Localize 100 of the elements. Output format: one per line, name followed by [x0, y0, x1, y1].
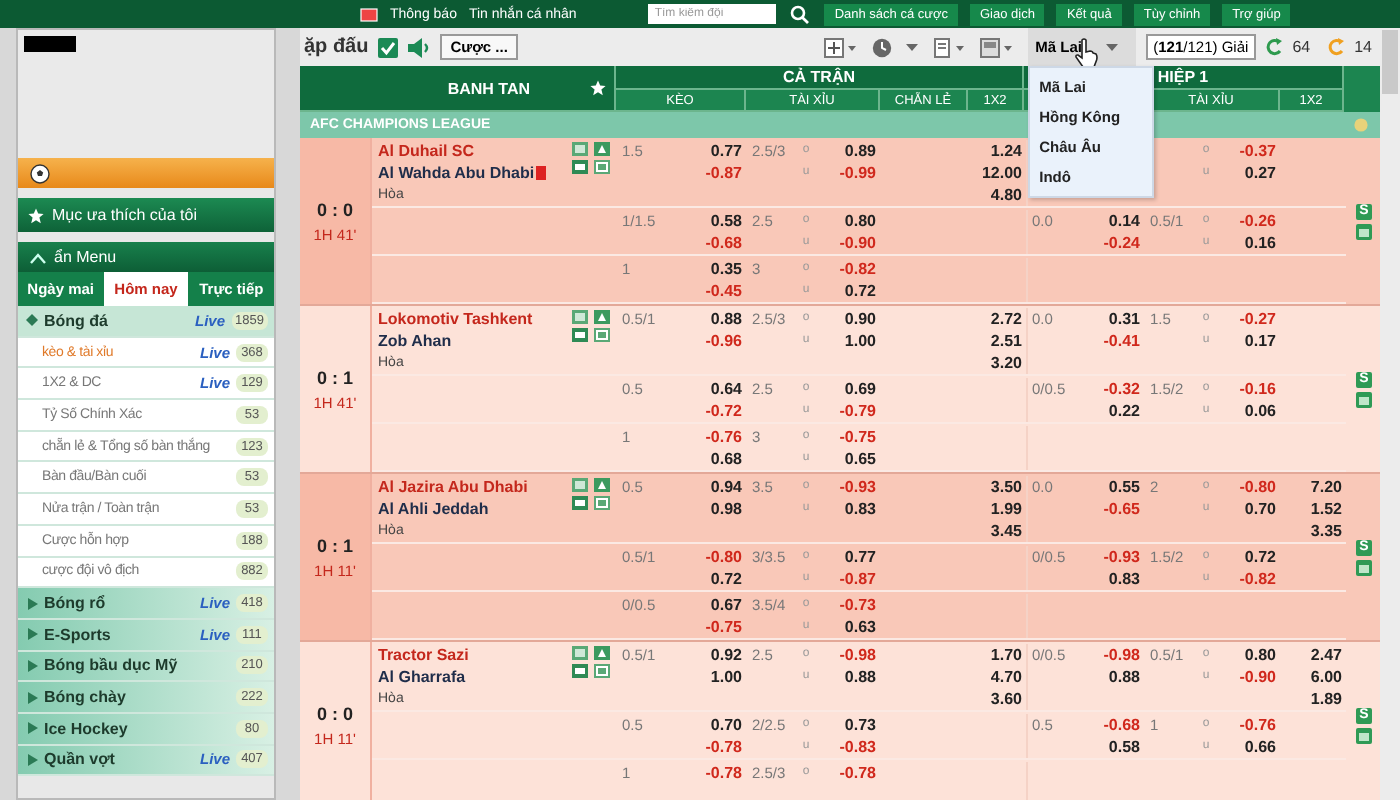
odds-value[interactable]: 1.00	[686, 666, 742, 688]
odds-value[interactable]: 0.67	[686, 594, 742, 616]
odds-value[interactable]: 0.77	[686, 140, 742, 162]
calendar-icon[interactable]	[1356, 727, 1372, 743]
odds-value[interactable]: 1.70	[990, 644, 1022, 666]
odds-value[interactable]: 3.35	[1310, 520, 1342, 542]
odds-value[interactable]: 0.06	[1216, 400, 1276, 422]
odds-value[interactable]: -0.27	[1216, 308, 1276, 330]
odds-value[interactable]: 0.88	[816, 666, 876, 688]
odds-value[interactable]: -0.75	[816, 426, 876, 448]
monitor-menu-icon[interactable]	[979, 37, 1014, 57]
odds-value[interactable]: 1.52	[1310, 498, 1342, 520]
odds-value[interactable]: 0.80	[816, 210, 876, 232]
odds-value[interactable]: 0.89	[816, 140, 876, 162]
checkbox-icon[interactable]	[378, 37, 399, 57]
odds-value[interactable]: 0.14	[1084, 210, 1140, 232]
odds-value[interactable]: 0.64	[686, 378, 742, 400]
odds-value[interactable]: 0.17	[1216, 330, 1276, 352]
odds-value[interactable]: 3.50	[990, 476, 1022, 498]
team-name[interactable]: Al Jazira Abu Dhabi	[378, 476, 528, 498]
odds-value[interactable]: -0.76	[686, 426, 742, 448]
odds-value[interactable]: -0.78	[816, 762, 876, 784]
odds-value[interactable]: -0.76	[1216, 714, 1276, 736]
star-icon[interactable]	[590, 80, 606, 96]
odds-value[interactable]: -0.78	[686, 762, 742, 784]
odds-value[interactable]: 0.72	[816, 280, 876, 302]
odds-value[interactable]: 3.60	[990, 688, 1022, 710]
odds-value[interactable]: -0.96	[686, 330, 742, 352]
odds-value[interactable]: 0.83	[1084, 568, 1140, 590]
team-name[interactable]: Al Wahda Abu Dhabi	[378, 162, 535, 184]
odds-value[interactable]: 4.80	[990, 184, 1022, 206]
favorites-button[interactable]: Mục ưa thích của tôi	[18, 198, 274, 232]
match-tools-drawing[interactable]	[572, 310, 612, 344]
team-name[interactable]: Tractor Sazi	[378, 644, 469, 666]
odds-value[interactable]: 0.22	[1084, 400, 1140, 422]
odds-value[interactable]: 2.72	[990, 308, 1022, 330]
odds-value[interactable]: 0.70	[1216, 498, 1276, 520]
match-tools-drawing[interactable]	[572, 478, 612, 512]
odds-value[interactable]: 0.98	[686, 498, 742, 520]
odds-value[interactable]: 2.47	[1310, 644, 1342, 666]
scrollbar[interactable]	[1380, 28, 1400, 800]
team-name[interactable]: Al Ahli Jeddah	[378, 498, 489, 520]
odds-value[interactable]: 7.20	[1310, 476, 1342, 498]
team-name[interactable]: Al Duhail SC	[378, 140, 547, 162]
odds-value[interactable]: 0.55	[1084, 476, 1140, 498]
odds-value[interactable]: 0.88	[686, 308, 742, 330]
odds-value[interactable]: 0.16	[1216, 232, 1276, 254]
odds-value[interactable]: 0.58	[1084, 736, 1140, 758]
odds-value[interactable]: 1.99	[990, 498, 1022, 520]
odds-value[interactable]: 4.70	[990, 666, 1022, 688]
odds-value[interactable]: -0.90	[1216, 666, 1276, 688]
odds-value[interactable]: -0.41	[1084, 330, 1140, 352]
odds-value[interactable]: 0.94	[686, 476, 742, 498]
odds-value[interactable]: 0.35	[686, 258, 742, 280]
clock-icon[interactable]	[871, 37, 892, 57]
odds-value[interactable]: 0.65	[816, 448, 876, 470]
odds-value[interactable]: 0.72	[686, 568, 742, 590]
odds-value[interactable]: -0.32	[1084, 378, 1140, 400]
odds-value[interactable]: 0.31	[1084, 308, 1140, 330]
odds-value[interactable]: 0.90	[816, 308, 876, 330]
odds-value[interactable]: 3.45	[990, 520, 1022, 542]
match-tools-drawing[interactable]	[572, 142, 612, 176]
odds-value[interactable]: 1.00	[816, 330, 876, 352]
refresh-icon[interactable]	[1266, 38, 1283, 56]
odds-value[interactable]: 0.77	[816, 546, 876, 568]
caret-icon[interactable]	[905, 43, 918, 51]
odds-value[interactable]: 0.27	[1216, 162, 1276, 184]
odds-value[interactable]: 0.92	[686, 644, 742, 666]
calendar-icon[interactable]	[1356, 223, 1372, 239]
calendar-icon[interactable]	[1356, 559, 1372, 575]
odds-value[interactable]: -0.78	[686, 736, 742, 758]
odds-value[interactable]: 0.80	[1216, 644, 1276, 666]
odds-value[interactable]: 6.00	[1310, 666, 1342, 688]
odds-value[interactable]: -0.79	[816, 400, 876, 422]
odds-value[interactable]: -0.68	[1084, 714, 1140, 736]
odds-value[interactable]: -0.98	[1084, 644, 1140, 666]
document-menu-icon[interactable]	[931, 37, 966, 57]
odds-value[interactable]: 0.58	[686, 210, 742, 232]
team-name[interactable]: Lokomotiv Tashkent	[378, 308, 533, 330]
team-name[interactable]: Zob Ahan	[378, 330, 452, 352]
odds-value[interactable]: 0.73	[816, 714, 876, 736]
odds-value[interactable]: 0.66	[1216, 736, 1276, 758]
odds-value[interactable]: 1.89	[1310, 688, 1342, 710]
search-icon[interactable]	[788, 4, 813, 24]
odds-value[interactable]: 0.70	[686, 714, 742, 736]
match-tools-drawing[interactable]	[572, 646, 612, 680]
odds-value[interactable]: 0.63	[816, 616, 876, 638]
odds-value[interactable]: 1.24	[990, 140, 1022, 162]
odds-value[interactable]: 3.20	[990, 352, 1022, 374]
odds-value[interactable]: 0.68	[686, 448, 742, 470]
odds-value[interactable]: -0.98	[816, 644, 876, 666]
odds-value[interactable]: -0.16	[1216, 378, 1276, 400]
expand-menu-icon[interactable]	[823, 37, 858, 57]
odds-value[interactable]: 0.72	[1216, 546, 1276, 568]
odds-value[interactable]: 2.51	[990, 330, 1022, 352]
odds-value[interactable]: -0.83	[816, 736, 876, 758]
odds-value[interactable]: -0.72	[686, 400, 742, 422]
hide-menu-link[interactable]: ẩn Menu	[54, 248, 117, 266]
odds-value[interactable]: 0.88	[1084, 666, 1140, 688]
odds-value[interactable]: 0.69	[816, 378, 876, 400]
